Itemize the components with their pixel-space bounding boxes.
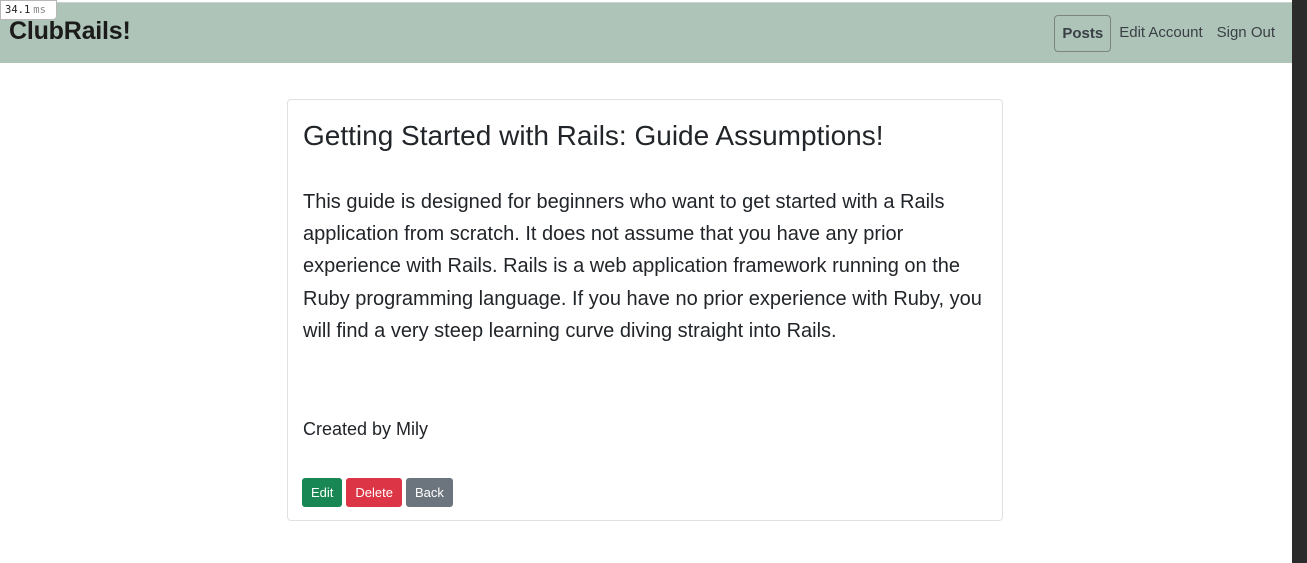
edit-button[interactable]: Edit	[302, 478, 343, 507]
post-author: Created by Mily	[303, 419, 429, 439]
window-edge	[1292, 0, 1307, 563]
post-card: Getting Started with Rails: Guide Assump…	[287, 99, 1003, 521]
performance-timing-badge: 34.1 ms	[0, 0, 57, 20]
post-title: Getting Started with Rails: Guide Assump…	[303, 120, 884, 151]
nav-link-edit-account[interactable]: Edit Account	[1112, 15, 1209, 52]
timing-unit: ms	[33, 4, 46, 16]
post-actions: Edit Delete Back	[302, 478, 453, 507]
brand-logo[interactable]: ClubRails!	[9, 17, 131, 46]
back-button[interactable]: Back	[405, 478, 453, 507]
top-navbar: ClubRails! Posts Edit Account Sign Out	[0, 2, 1292, 63]
nav-links: Posts Edit Account Sign Out	[1054, 15, 1282, 52]
nav-link-posts[interactable]: Posts	[1054, 15, 1112, 52]
nav-link-sign-out[interactable]: Sign Out	[1210, 15, 1282, 52]
timing-value: 34.1	[5, 4, 31, 16]
delete-button[interactable]: Delete	[346, 478, 402, 507]
post-body: This guide is designed for beginners who…	[303, 191, 982, 342]
